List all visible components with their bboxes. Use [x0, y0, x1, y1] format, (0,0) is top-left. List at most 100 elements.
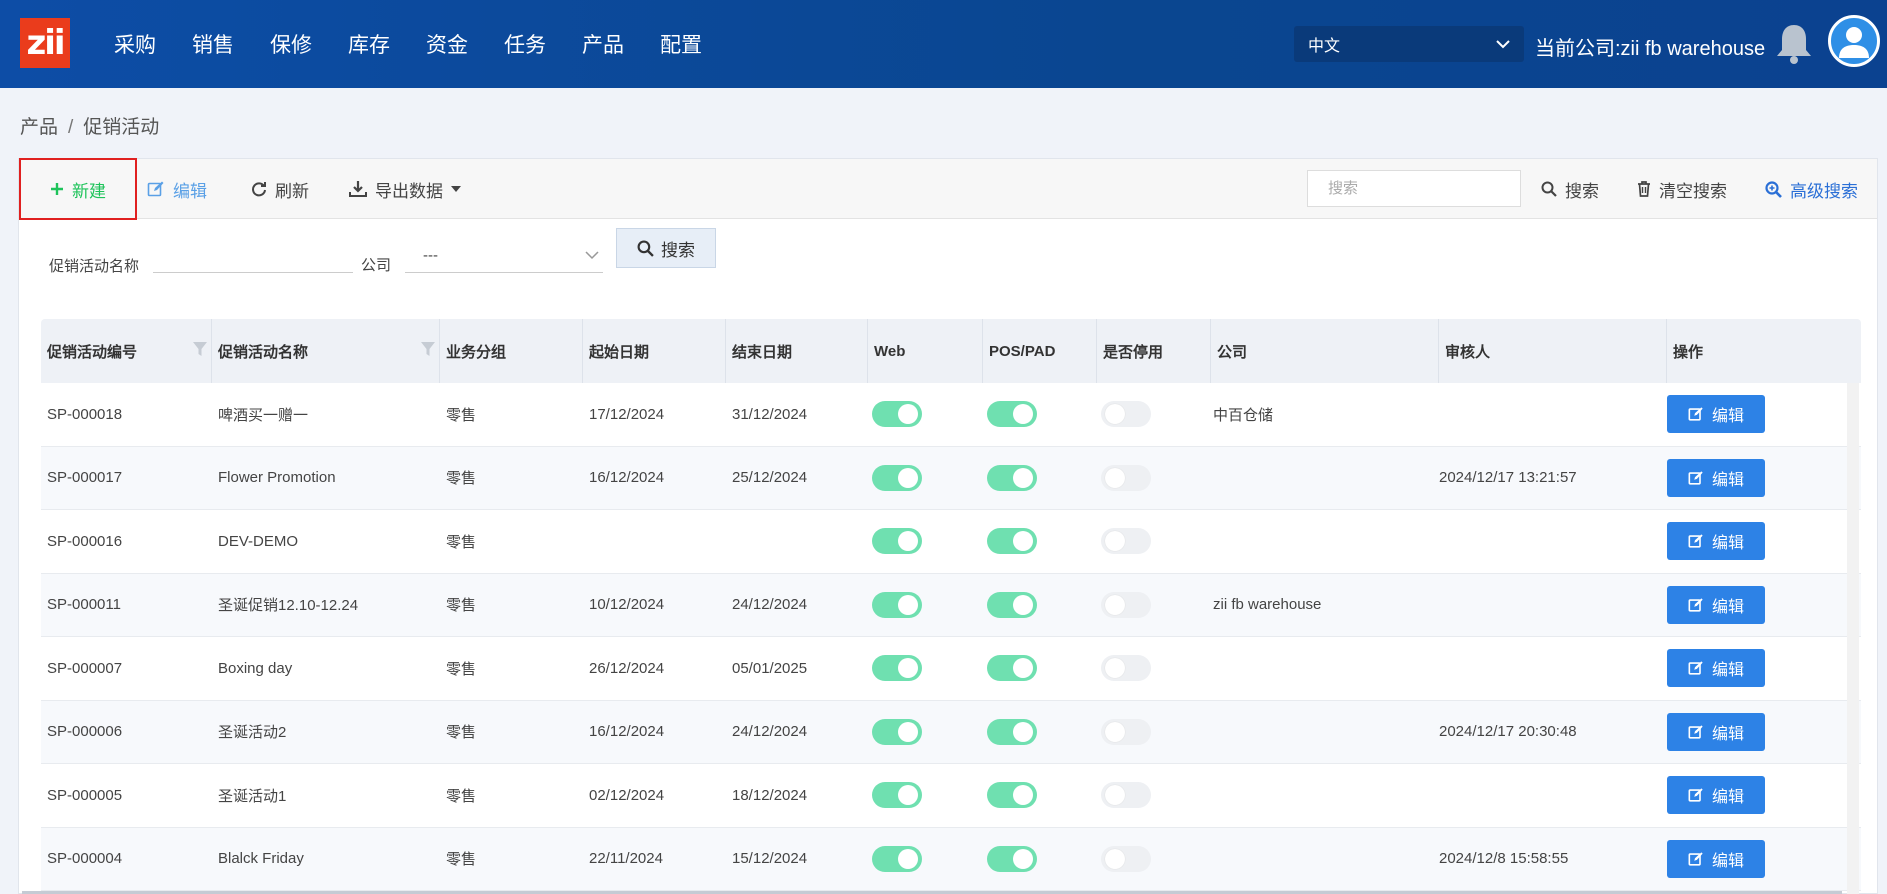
- zii-logo[interactable]: zii: [20, 18, 70, 68]
- row-edit-button[interactable]: 编辑: [1667, 712, 1765, 751]
- advanced-search-button[interactable]: 高级搜索: [1765, 159, 1858, 219]
- table-row[interactable]: SP-000007 Boxing day 零售 26/12/2024 05/01/202…: [41, 637, 1861, 701]
- promo-name-filter-input[interactable]: [153, 245, 353, 273]
- user-avatar[interactable]: [1828, 15, 1880, 67]
- language-select[interactable]: 中文: [1294, 26, 1524, 62]
- table-row[interactable]: SP-000011 圣诞促销12.10-12.24 零售 10/12/2024 24/1…: [41, 573, 1861, 637]
- col-pos-pad[interactable]: POS/PAD: [983, 319, 1097, 383]
- pos-pad-toggle[interactable]: [987, 718, 1037, 745]
- web-toggle[interactable]: [872, 845, 922, 872]
- nav-item-products[interactable]: 产品: [564, 29, 642, 59]
- col-pos-pad-label: POS/PAD: [989, 342, 1056, 360]
- web-toggle[interactable]: [872, 655, 922, 682]
- cell-business-group: 零售: [446, 787, 477, 805]
- bell-icon[interactable]: [1774, 22, 1814, 66]
- nav-item-sales[interactable]: 销售: [174, 29, 252, 59]
- disabled-toggle[interactable]: [1101, 401, 1151, 428]
- cell-end-date: 15/12/2024: [732, 850, 808, 868]
- toggle-knob: [1105, 658, 1125, 679]
- col-end-date[interactable]: 结束日期: [726, 319, 868, 383]
- plus-icon: [50, 182, 64, 196]
- disabled-toggle[interactable]: [1101, 528, 1151, 555]
- web-toggle[interactable]: [872, 528, 922, 555]
- col-web[interactable]: Web: [868, 319, 983, 383]
- disabled-toggle[interactable]: [1101, 655, 1151, 682]
- web-toggle[interactable]: [872, 718, 922, 745]
- row-edit-button[interactable]: 编辑: [1667, 458, 1765, 497]
- cell-disabled-toggle: [1097, 574, 1211, 637]
- edit-icon: [1688, 788, 1703, 802]
- cell-business-group: 零售: [446, 660, 477, 678]
- col-disabled[interactable]: 是否停用: [1097, 319, 1211, 383]
- nav-item-warranty[interactable]: 保修: [252, 29, 330, 59]
- clear-search-button[interactable]: 清空搜索: [1637, 159, 1727, 219]
- export-button[interactable]: 导出数据: [349, 159, 461, 219]
- web-toggle[interactable]: [872, 591, 922, 618]
- disabled-toggle[interactable]: [1101, 782, 1151, 809]
- col-business-group[interactable]: 业务分组: [440, 319, 583, 383]
- pos-pad-toggle[interactable]: [987, 655, 1037, 682]
- disabled-toggle[interactable]: [1101, 718, 1151, 745]
- pos-pad-toggle[interactable]: [987, 845, 1037, 872]
- disabled-toggle[interactable]: [1101, 464, 1151, 491]
- filter-search-button[interactable]: 搜索: [616, 228, 716, 268]
- row-edit-button[interactable]: 编辑: [1667, 585, 1765, 624]
- breadcrumb-root[interactable]: 产品: [20, 117, 58, 138]
- edit-button[interactable]: 编辑: [147, 159, 207, 219]
- nav-item-tasks[interactable]: 任务: [486, 29, 564, 59]
- toggle-knob: [1105, 467, 1125, 488]
- company-filter-select[interactable]: ---: [405, 239, 603, 273]
- disabled-toggle[interactable]: [1101, 591, 1151, 618]
- table-row[interactable]: SP-000006 圣诞活动2 零售 16/12/2024 24/12/2024 2024…: [41, 700, 1861, 764]
- row-edit-button[interactable]: 编辑: [1667, 839, 1765, 878]
- toggle-knob: [898, 785, 918, 806]
- table-row[interactable]: SP-000016 DEV-DEMO 零售 编辑: [41, 510, 1861, 574]
- row-edit-button[interactable]: 编辑: [1667, 395, 1765, 434]
- cell-company: 中百仓储: [1213, 406, 1274, 424]
- cell-start-date: [583, 510, 726, 573]
- web-toggle[interactable]: [872, 782, 922, 809]
- col-business-group-label: 业务分组: [446, 343, 507, 361]
- filter-icon[interactable]: [193, 342, 207, 356]
- nav-item-inventory[interactable]: 库存: [330, 29, 408, 59]
- col-actions: 操作: [1667, 319, 1861, 383]
- vertical-scrollbar[interactable]: [1847, 383, 1859, 894]
- col-promo-name[interactable]: 促销活动名称: [212, 319, 440, 383]
- refresh-button[interactable]: 刷新: [251, 159, 309, 219]
- toggle-knob: [898, 848, 918, 869]
- table-row[interactable]: SP-000018 啤酒买一赠一 零售 17/12/2024 31/12/2024 中百仓…: [41, 383, 1861, 447]
- pos-pad-toggle[interactable]: [987, 591, 1037, 618]
- nav-item-purchase[interactable]: 采购: [96, 29, 174, 59]
- pos-pad-toggle[interactable]: [987, 782, 1037, 809]
- row-edit-label: 编辑: [1711, 408, 1744, 426]
- cell-disabled-toggle: [1097, 383, 1211, 446]
- search-button[interactable]: 搜索: [1541, 159, 1599, 219]
- pos-pad-toggle[interactable]: [987, 464, 1037, 491]
- col-end-date-label: 结束日期: [732, 343, 793, 361]
- cell-actions: 编辑: [1667, 764, 1861, 827]
- web-toggle[interactable]: [872, 401, 922, 428]
- table-row[interactable]: SP-000017 Flower Promotion 零售 16/12/2024 25/…: [41, 446, 1861, 510]
- row-edit-button[interactable]: 编辑: [1667, 776, 1765, 815]
- new-button[interactable]: 新建: [19, 158, 137, 220]
- col-start-date[interactable]: 起始日期: [583, 319, 726, 383]
- nav-item-config[interactable]: 配置: [642, 29, 720, 59]
- web-toggle[interactable]: [872, 464, 922, 491]
- row-edit-button[interactable]: 编辑: [1667, 649, 1765, 688]
- col-promo-id[interactable]: 促销活动编号: [41, 319, 212, 383]
- col-promo-name-label: 促销活动名称: [218, 343, 309, 361]
- pos-pad-toggle[interactable]: [987, 401, 1037, 428]
- search-input[interactable]: [1307, 170, 1521, 207]
- col-reviewer[interactable]: 审核人: [1439, 319, 1667, 383]
- col-company[interactable]: 公司: [1211, 319, 1439, 383]
- row-edit-button[interactable]: 编辑: [1667, 522, 1765, 561]
- cell-company: [1211, 510, 1439, 573]
- cell-web-toggle: [868, 828, 983, 891]
- table-row[interactable]: SP-000004 Blalck Friday 零售 22/11/2024 15/12/…: [41, 827, 1861, 891]
- disabled-toggle[interactable]: [1101, 845, 1151, 872]
- cell-start-date: 16/12/2024: [589, 469, 665, 487]
- filter-icon[interactable]: [421, 342, 435, 356]
- table-row[interactable]: SP-000005 圣诞活动1 零售 02/12/2024 18/12/2024 编辑: [41, 764, 1861, 828]
- nav-item-funds[interactable]: 资金: [408, 29, 486, 59]
- pos-pad-toggle[interactable]: [987, 528, 1037, 555]
